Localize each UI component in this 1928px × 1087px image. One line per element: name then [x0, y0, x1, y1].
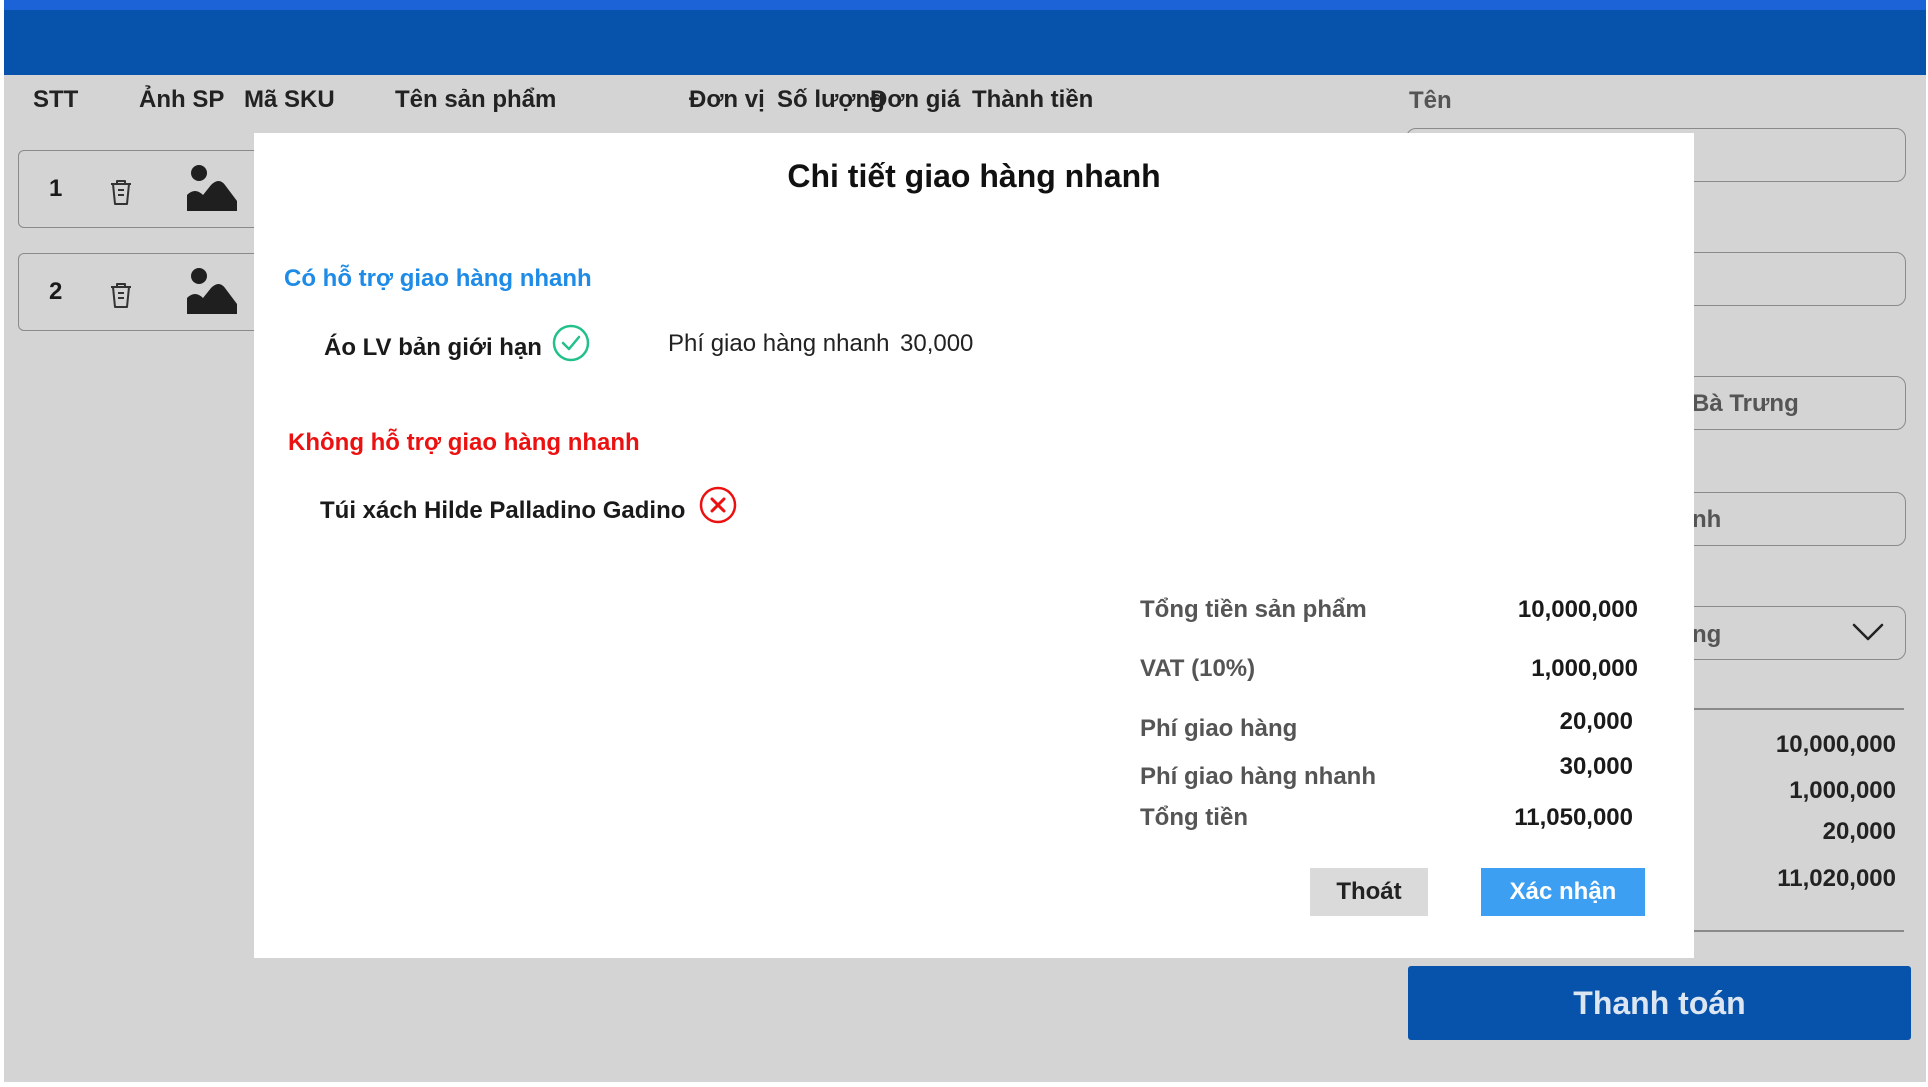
supported-section-title: Có hỗ trợ giao hàng nhanh	[284, 265, 592, 292]
summary-subtotal: 10,000,000	[1775, 731, 1896, 758]
modal-title: Chi tiết giao hàng nhanh	[787, 158, 1161, 194]
summary-value-vat: 1,000,000	[1531, 655, 1638, 682]
x-circle-icon	[699, 486, 737, 524]
summary-value-express-fee: 30,000	[1559, 753, 1633, 780]
summary-value-subtotal: 10,000,000	[1517, 596, 1638, 623]
row-number: 2	[49, 278, 63, 305]
top-header-bar	[4, 10, 1926, 75]
shipping-method-value: ng	[1692, 621, 1722, 648]
summary-label-subtotal: Tổng tiền sản phẩm	[1140, 596, 1367, 623]
summary-shipping: 20,000	[1822, 818, 1896, 845]
trash-icon[interactable]	[107, 177, 135, 207]
check-circle-icon	[552, 324, 590, 362]
header-stt: STT	[33, 86, 79, 113]
header-unit-price: Đơn giá	[870, 86, 961, 113]
summary-label-total: Tổng tiền	[1140, 804, 1248, 831]
summary-value-total: 11,050,000	[1514, 804, 1633, 831]
city-input-value: nh	[1692, 506, 1722, 533]
exit-button[interactable]: Thoát	[1310, 868, 1428, 916]
summary-vat: 1,000,000	[1789, 777, 1896, 804]
app-window: STT Ảnh SP Mã SKU Tên sản phẩm Đơn vị Số…	[4, 0, 1926, 1082]
header-amount: Thành tiền	[972, 86, 1094, 113]
header-unit: Đơn vị	[689, 86, 765, 113]
image-placeholder-icon	[187, 165, 237, 211]
summary-label-vat: VAT (10%)	[1140, 655, 1256, 682]
summary-total: 11,020,000	[1777, 865, 1896, 892]
topbar-accent	[4, 0, 1926, 10]
supported-item-name: Áo LV bản giới hạn	[324, 334, 542, 361]
address-input-value: Bà Trưng	[1692, 390, 1799, 417]
summary-label-shipping: Phí giao hàng	[1140, 715, 1298, 742]
name-label: Tên	[1409, 87, 1452, 114]
header-product-name: Tên sản phẩm	[395, 86, 557, 113]
header-quantity: Số lượng	[777, 86, 885, 113]
summary-label-express-fee: Phí giao hàng nhanh	[1140, 763, 1376, 790]
header-sku: Mã SKU	[244, 86, 335, 113]
chevron-down-icon[interactable]	[1851, 621, 1885, 643]
unsupported-section-title: Không hỗ trợ giao hàng nhanh	[288, 429, 640, 456]
express-fee-value: 30,000	[900, 330, 974, 357]
summary-value-shipping: 20,000	[1559, 708, 1633, 735]
unsupported-item-name: Túi xách Hilde Palladino Gadino	[320, 497, 686, 524]
express-delivery-modal: Chi tiết giao hàng nhanh Có hỗ trợ giao …	[254, 133, 1694, 958]
row-number: 1	[49, 175, 63, 202]
trash-icon[interactable]	[107, 280, 135, 310]
checkout-button[interactable]: Thanh toán	[1408, 966, 1911, 1040]
image-placeholder-icon	[187, 268, 237, 314]
confirm-button[interactable]: Xác nhận	[1481, 868, 1645, 916]
express-fee-label: Phí giao hàng nhanh	[668, 330, 890, 357]
header-image: Ảnh SP	[139, 86, 225, 113]
